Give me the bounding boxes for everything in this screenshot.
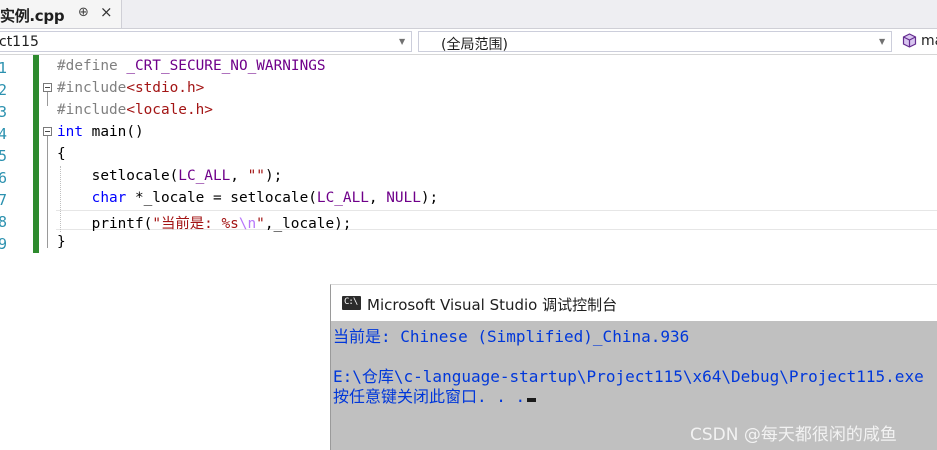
code-token: { [57,146,66,162]
code-token: ,_locale); [264,216,352,232]
code-line: { [57,146,66,162]
code-token: "" [247,168,265,184]
document-tab-strip: 实例.cpp ⊕ × [0,0,937,29]
code-line: printf("当前是: %s\n",_locale); [57,212,352,233]
chevron-down-icon: ▼ [399,37,406,46]
code-token: ); [420,190,439,206]
line-number: 1 [0,59,8,77]
collapse-icon[interactable] [43,83,52,92]
navigation-bar: ct115 ▼ (全局范围) ▼ ma [0,29,937,55]
code-token: , [230,168,248,184]
text-cursor [527,398,537,402]
code-token: <locale.h> [126,102,213,118]
code-token: \n [238,216,257,232]
console-app-icon: C:\ [342,296,361,310]
code-token: ); [264,168,283,184]
code-token: printf( [57,216,153,232]
project-dropdown[interactable]: ct115 ▼ [0,31,412,52]
code-token: #define [57,58,127,74]
code-line: #include<stdio.h> [57,80,204,96]
change-tracking-bar [33,55,39,253]
line-number: 9 [0,235,8,253]
outline-line [47,136,48,248]
code-token: , [368,190,387,206]
code-line: #define _CRT_SECURE_NO_WARNINGS [57,58,326,74]
console-title: Microsoft Visual Studio 调试控制台 [367,296,618,314]
project-dropdown-value: ct115 [0,34,39,50]
line-number: 5 [0,147,8,165]
code-token: NULL [386,190,421,206]
line-number: 3 [0,103,8,121]
code-token: setlocale( [57,168,179,184]
code-line: setlocale(LC_ALL, ""); [57,168,283,184]
code-token: #include [57,102,127,118]
line-number: 6 [0,169,8,187]
outline-line [47,92,48,106]
scope-dropdown-value: (全局范围) [441,37,508,53]
code-token: main() [83,124,144,140]
code-token: int [57,124,83,140]
code-token: #include [57,80,127,96]
close-icon[interactable]: × [100,3,113,21]
code-token: "当前是: %s [152,216,239,232]
code-token: *_locale = setlocale( [126,190,317,206]
console-prompt-text: 按任意键关闭此窗口. . . [333,387,526,406]
code-token: char [91,190,127,206]
collapse-icon[interactable] [43,127,52,136]
code-token: LC_ALL [316,190,369,206]
code-line: #include<locale.h> [57,102,213,118]
line-number: 4 [0,125,8,143]
line-number: 8 [0,213,8,231]
pin-icon[interactable]: ⊕ [78,5,89,20]
cube-icon [902,33,917,48]
line-number: 2 [0,81,8,99]
watermark: CSDN @每天都很闲的咸鱼 [690,425,897,445]
code-token: } [57,234,66,250]
document-tab-label: 实例.cpp [0,7,65,25]
scope-dropdown[interactable]: (全局范围) ▼ [418,31,892,53]
code-token: _CRT_SECURE_NO_WARNINGS [126,58,326,74]
chevron-down-icon: ▼ [879,37,886,46]
code-token: LC_ALL [178,168,231,184]
document-tab[interactable]: 实例.cpp ⊕ × [0,0,122,28]
code-line: } [57,234,66,250]
line-number: 7 [0,191,8,209]
console-titlebar[interactable]: C:\ Microsoft Visual Studio 调试控制台 [331,285,937,321]
console-output-line: 当前是: Chinese (Simplified)_China.936 [333,327,690,346]
ide-window: 实例.cpp ⊕ × ct115 ▼ (全局范围) ▼ ma 1 2 3 4 5 6 7 8 9 [0,0,937,450]
code-token: <stdio.h> [126,80,205,96]
code-line: char *_locale = setlocale(LC_ALL, NULL); [57,190,439,206]
console-output-line: 按任意键关闭此窗口. . . [333,383,537,407]
member-dropdown-value[interactable]: ma [921,33,937,49]
code-token: " [256,216,265,232]
code-line: int main() [57,124,144,140]
